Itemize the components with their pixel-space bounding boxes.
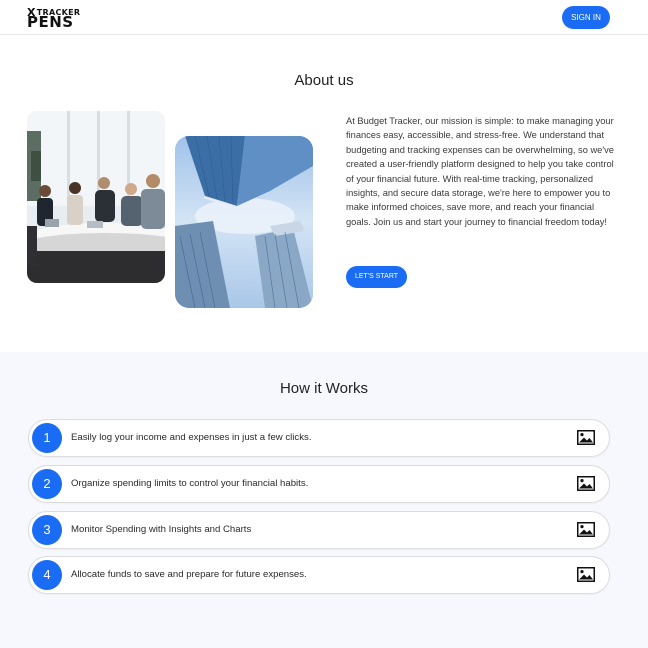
about-paragraph: At Budget Tracker, our mission is simple… bbox=[346, 116, 614, 227]
logo[interactable]: XTRACKER PENS bbox=[27, 5, 80, 31]
step-number-badge: 4 bbox=[32, 560, 62, 590]
office-meeting-photo bbox=[27, 111, 165, 283]
how-it-works-title: How it Works bbox=[279, 380, 369, 397]
image-icon[interactable] bbox=[577, 522, 595, 537]
top-navbar: XTRACKER PENS SIGN IN bbox=[0, 0, 648, 35]
how-it-works-section: How it Works 1 Easily log your income an… bbox=[0, 352, 648, 648]
image-icon[interactable] bbox=[577, 567, 595, 582]
step-number-badge: 2 bbox=[32, 469, 62, 499]
image-icon[interactable] bbox=[577, 430, 595, 445]
logo-bottom-text: PENS bbox=[27, 13, 74, 31]
about-title: About us bbox=[294, 72, 354, 89]
step-item-4[interactable]: 4 Allocate funds to save and prepare for… bbox=[28, 556, 610, 594]
lets-start-button[interactable]: LET'S START bbox=[346, 266, 407, 288]
step-item-2[interactable]: 2 Organize spending limits to control yo… bbox=[28, 465, 610, 503]
image-icon[interactable] bbox=[577, 476, 595, 491]
step-item-3[interactable]: 3 Monitor Spending with Insights and Cha… bbox=[28, 511, 610, 549]
step-text: Allocate funds to save and prepare for f… bbox=[71, 569, 307, 580]
skyscrapers-photo bbox=[175, 136, 313, 308]
sign-in-button[interactable]: SIGN IN bbox=[562, 6, 610, 29]
step-number-badge: 1 bbox=[32, 423, 62, 453]
step-number-badge: 3 bbox=[32, 515, 62, 545]
step-text: Easily log your income and expenses in j… bbox=[71, 432, 312, 443]
step-text: Organize spending limits to control your… bbox=[71, 478, 309, 489]
step-item-1[interactable]: 1 Easily log your income and expenses in… bbox=[28, 419, 610, 457]
step-text: Monitor Spending with Insights and Chart… bbox=[71, 524, 252, 535]
